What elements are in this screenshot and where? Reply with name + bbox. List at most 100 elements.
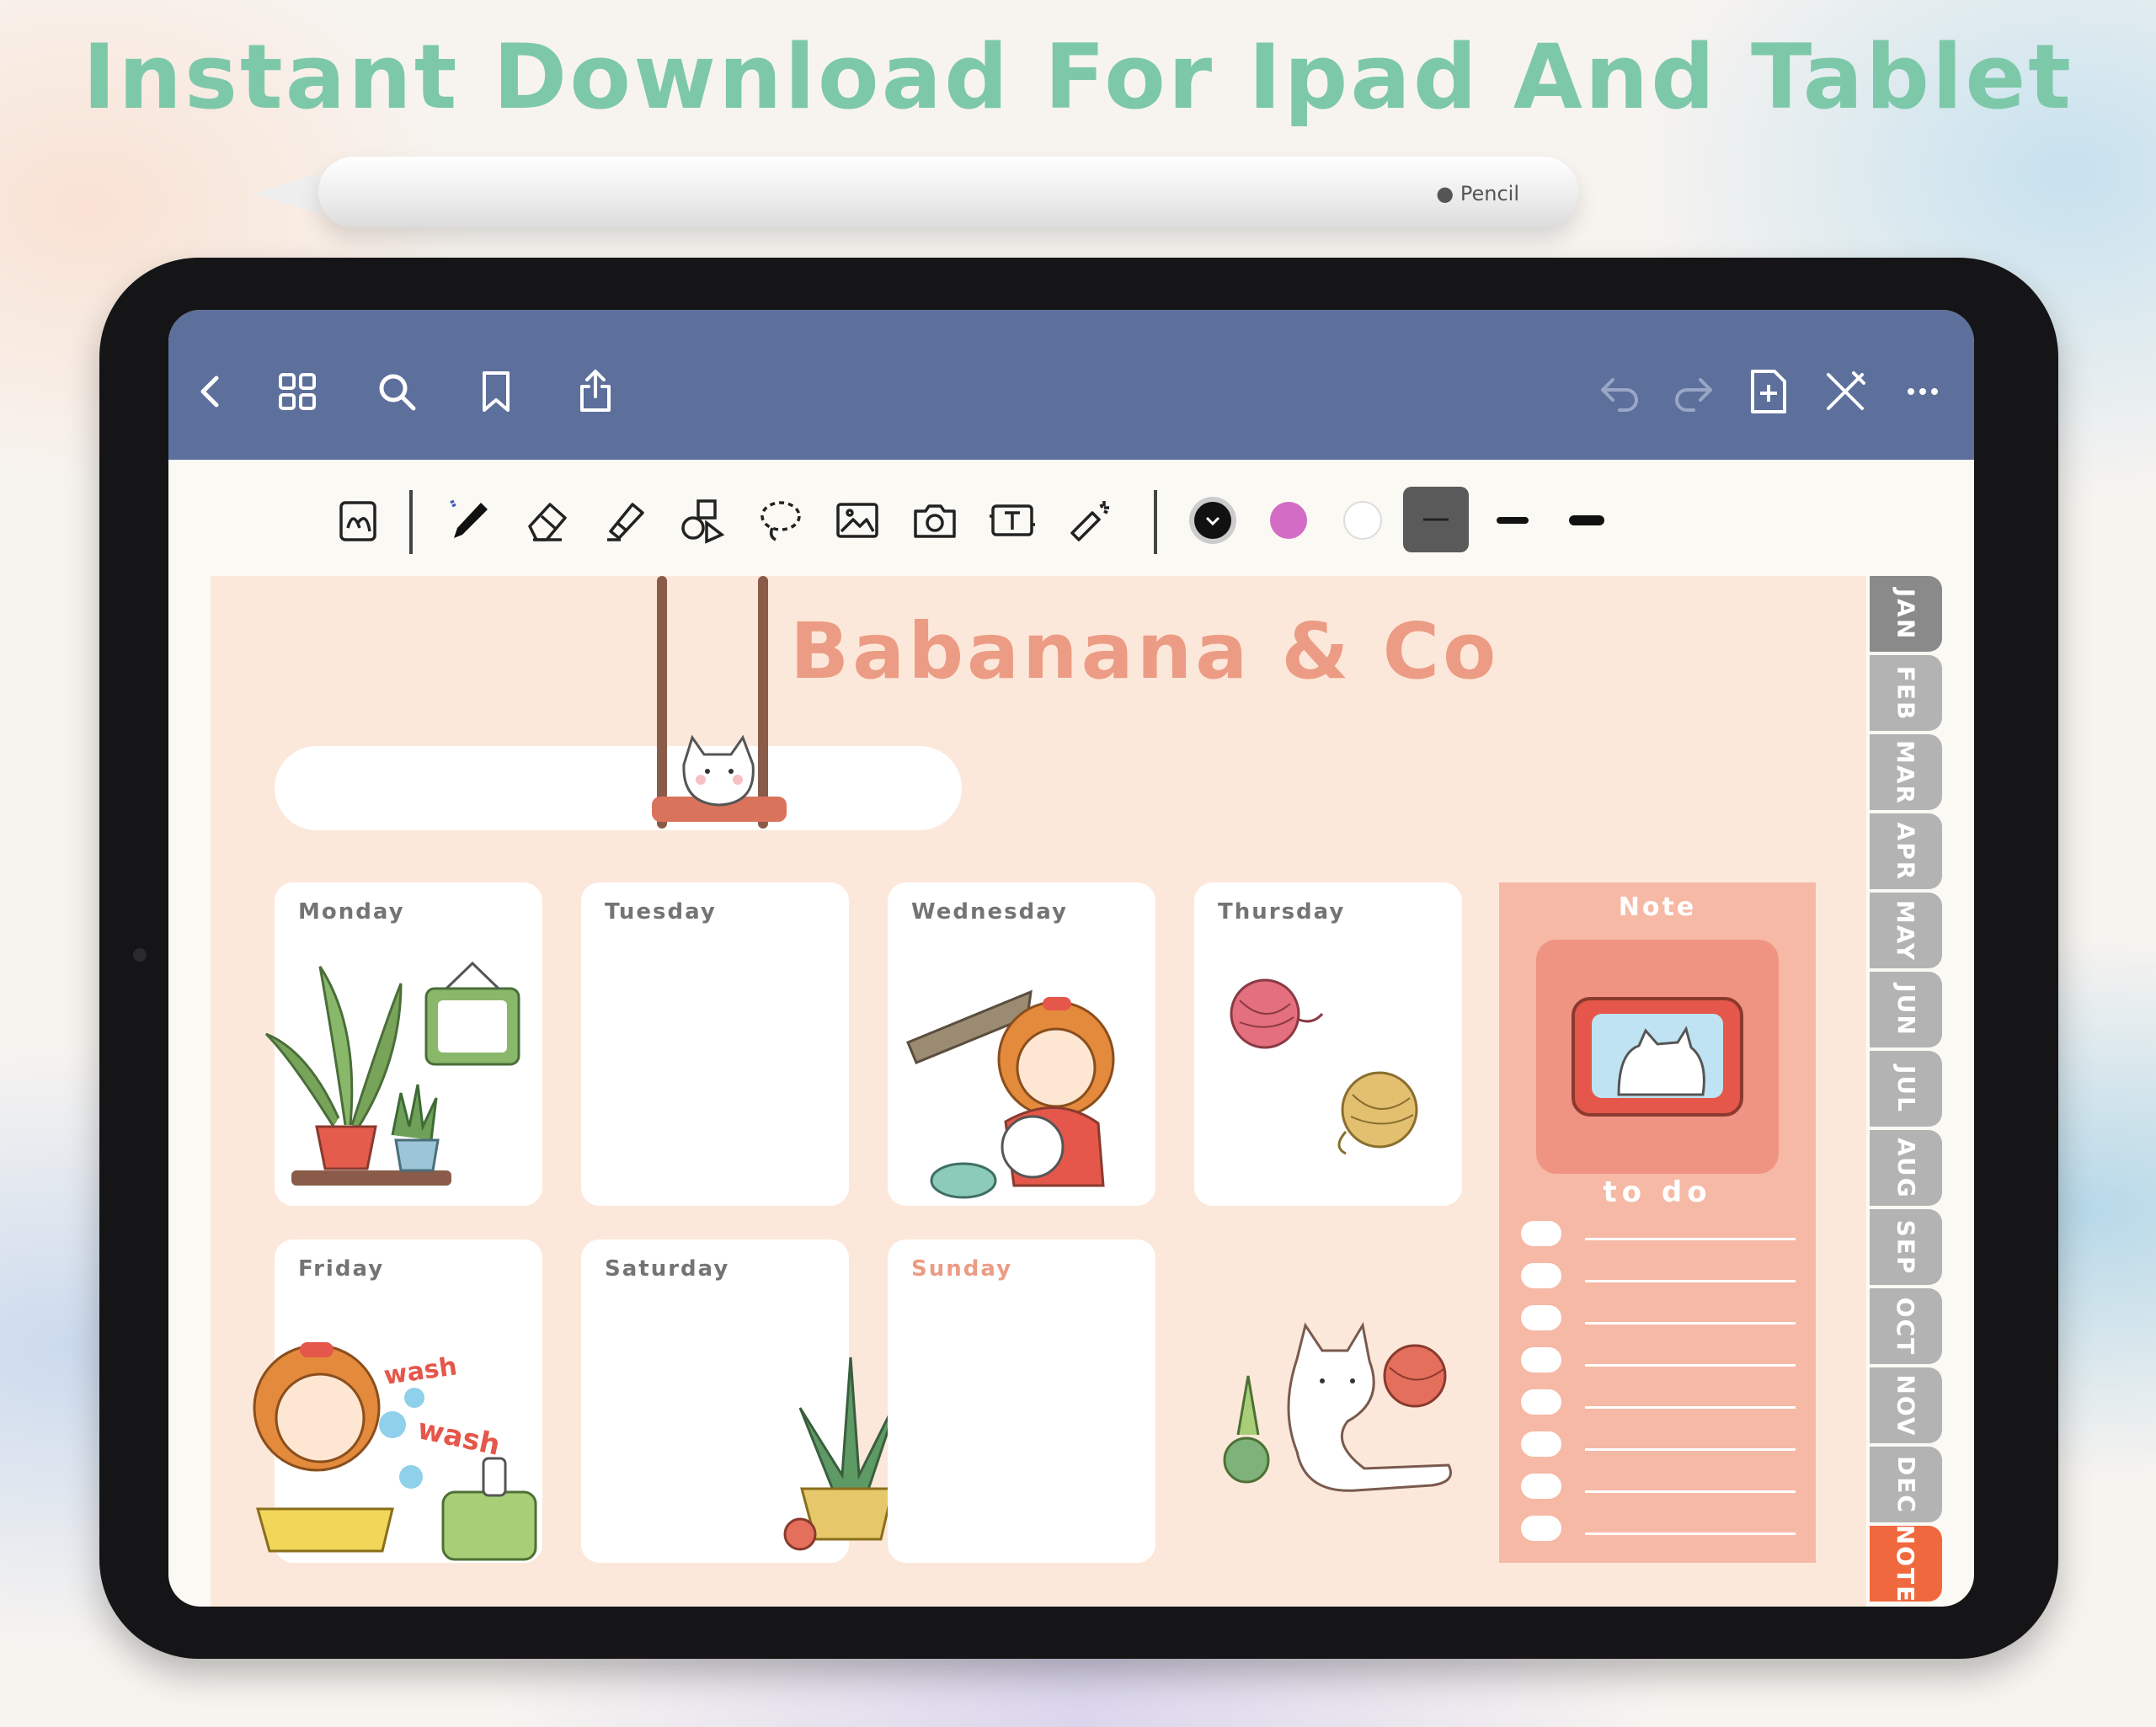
tool-palette (168, 460, 1974, 576)
tab-label: NOTE (1892, 1524, 1920, 1603)
day-label: Saturday (605, 1256, 730, 1282)
tab-label: OCT (1892, 1297, 1920, 1356)
todo-checkbox[interactable] (1521, 1516, 1561, 1541)
todo-line (1585, 1280, 1796, 1282)
highlighter-tool-icon[interactable] (595, 490, 655, 551)
todo-checkbox[interactable] (1521, 1263, 1561, 1288)
pen-color-white[interactable] (1332, 490, 1393, 551)
todo-checkbox[interactable] (1521, 1347, 1561, 1373)
todo-item[interactable] (1521, 1221, 1799, 1246)
stroke-thin-selected[interactable] (1403, 487, 1469, 552)
day-card-friday[interactable]: Friday wash wash (253, 1239, 542, 1563)
back-icon[interactable] (184, 364, 239, 419)
tab-label: JUN (1892, 983, 1920, 1037)
tab-mar[interactable]: MAR (1870, 734, 1942, 810)
todo-line (1585, 1238, 1796, 1240)
search-icon[interactable] (369, 364, 424, 419)
month-tabs: JAN FEB MAR APR MAY JUN JUL AUG SEP OCT … (1870, 576, 1952, 1607)
tab-dec[interactable]: DEC (1870, 1447, 1942, 1522)
tab-label: JAN (1892, 588, 1920, 640)
apple-logo-icon: ● (1436, 182, 1454, 205)
eraser-tool-icon[interactable] (517, 490, 578, 551)
wash-text: wash (382, 1351, 459, 1391)
day-card-thursday[interactable]: Thursday (1194, 882, 1462, 1206)
text-tool-icon[interactable] (982, 490, 1043, 551)
pencil-brand-label: ● Pencil (1436, 182, 1519, 205)
read-only-mode-icon[interactable] (328, 490, 389, 551)
todo-item[interactable] (1521, 1474, 1799, 1499)
day-card-saturday[interactable]: Saturday (581, 1239, 923, 1563)
front-camera (133, 948, 147, 962)
tab-label: SEP (1892, 1219, 1920, 1275)
todo-checkbox[interactable] (1521, 1389, 1561, 1415)
pen-tool-icon[interactable] (440, 490, 500, 551)
tab-may[interactable]: MAY (1870, 893, 1942, 968)
day-label: Sunday (911, 1256, 1013, 1282)
todo-checkbox[interactable] (1521, 1431, 1561, 1457)
stroke-thick[interactable] (1556, 490, 1617, 551)
stroke-medium[interactable] (1482, 490, 1543, 551)
apple-pencil: ● Pencil (251, 157, 1580, 227)
tab-jul[interactable]: JUL (1870, 1051, 1942, 1127)
todo-line (1585, 1322, 1796, 1325)
tool-separator (409, 490, 413, 554)
note-panel: Note to do (1499, 882, 1816, 1563)
more-icon[interactable] (1895, 364, 1951, 419)
todo-item[interactable] (1521, 1263, 1799, 1288)
todo-line (1585, 1406, 1796, 1409)
tab-label: FEB (1892, 665, 1920, 721)
tab-aug[interactable]: AUG (1870, 1130, 1942, 1206)
undo-icon[interactable] (1592, 364, 1647, 419)
tab-oct[interactable]: OCT (1870, 1288, 1942, 1364)
day-label: Friday (298, 1256, 385, 1282)
shape-tool-icon[interactable] (672, 490, 733, 551)
tab-apr[interactable]: APR (1870, 813, 1942, 889)
todo-item[interactable] (1521, 1389, 1799, 1415)
redo-icon[interactable] (1666, 364, 1721, 419)
pencil-brand-text: Pencil (1460, 182, 1519, 205)
planner-page: Babanana & Co Monday Tuesday Wednesday I… (211, 576, 1866, 1607)
tv-cat-sticker (1572, 997, 1743, 1117)
todo-item[interactable] (1521, 1431, 1799, 1457)
tab-feb[interactable]: FEB (1870, 655, 1942, 731)
pen-color-black[interactable] (1182, 490, 1243, 551)
week-title-field[interactable] (275, 746, 962, 830)
tab-jan[interactable]: JAN (1870, 576, 1942, 652)
pen-color-pink[interactable] (1258, 490, 1319, 551)
day-card-wednesday[interactable]: Wednesday I LOVE MY DOG (888, 882, 1155, 1206)
grid-view-icon[interactable] (270, 364, 325, 419)
day-label: Wednesday (911, 899, 1068, 925)
add-page-icon[interactable] (1740, 364, 1796, 419)
todo-checkbox[interactable] (1521, 1474, 1561, 1499)
camera-tool-icon[interactable] (905, 490, 965, 551)
todo-item[interactable] (1521, 1516, 1799, 1541)
share-icon[interactable] (568, 364, 623, 419)
close-pen-icon[interactable] (1817, 364, 1873, 419)
tab-nov[interactable]: NOV (1870, 1367, 1942, 1443)
bookmark-icon[interactable] (468, 364, 524, 419)
todo-item[interactable] (1521, 1347, 1799, 1373)
tab-label: MAY (1892, 899, 1920, 962)
ipad-frame: Babanana & Co Monday Tuesday Wednesday I… (99, 258, 2058, 1659)
laser-pointer-icon[interactable] (1059, 490, 1120, 551)
todo-checkbox[interactable] (1521, 1221, 1561, 1246)
tab-sep[interactable]: SEP (1870, 1209, 1942, 1285)
tab-jun[interactable]: JUN (1870, 972, 1942, 1047)
day-card-sunday[interactable]: Sunday (888, 1239, 1155, 1563)
lasso-tool-icon[interactable] (750, 490, 810, 551)
todo-line (1585, 1532, 1796, 1535)
tab-note[interactable]: NOTE (1870, 1524, 1942, 1603)
todo-line (1585, 1490, 1796, 1493)
todo-item[interactable] (1521, 1305, 1799, 1330)
day-card-tuesday[interactable]: Tuesday (581, 882, 849, 1206)
pencil-tip (251, 173, 320, 214)
image-tool-icon[interactable] (827, 490, 888, 551)
note-box[interactable] (1536, 940, 1779, 1174)
day-card-monday[interactable]: Monday (264, 882, 542, 1206)
tab-label: AUG (1892, 1137, 1920, 1199)
todo-checkbox[interactable] (1521, 1305, 1561, 1330)
tab-label: DEC (1892, 1455, 1920, 1514)
girl-with-dog-sticker: I LOVE MY DOG (906, 989, 1115, 1199)
app-topbar (168, 310, 1974, 460)
headline: Instant Download For Ipad And Tablet (83, 25, 2073, 129)
